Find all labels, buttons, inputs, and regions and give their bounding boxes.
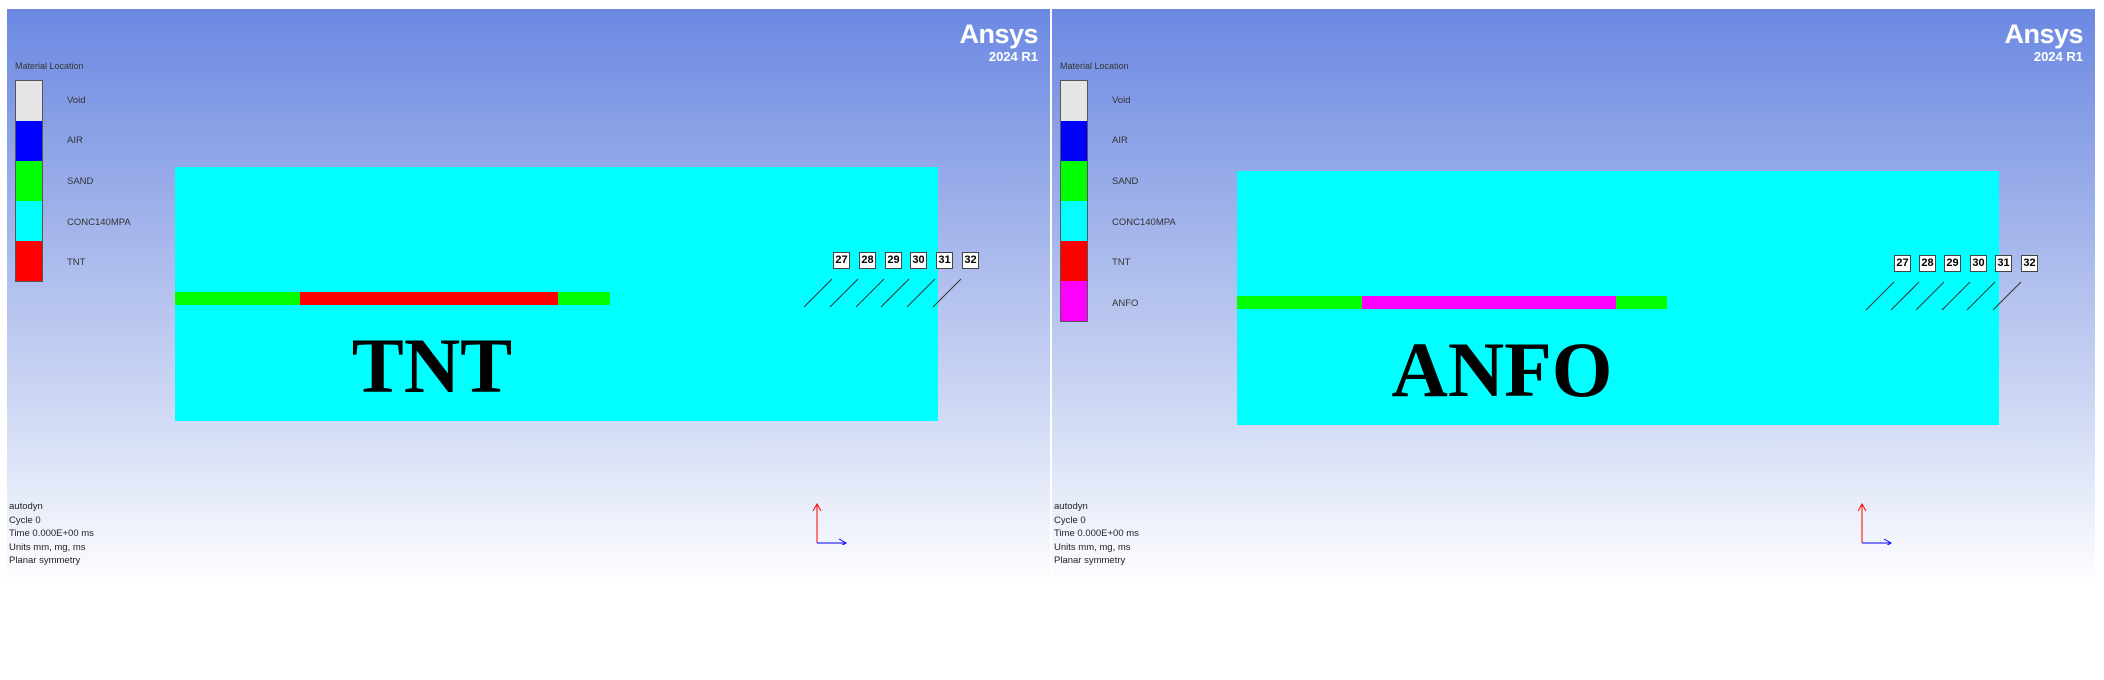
legend-label-anfo: ANFO (1112, 298, 1139, 309)
sand-strip-right (1616, 296, 1667, 309)
left-viewport: Ansys 2024 R1 Material Location Void AIR… (7, 9, 1050, 587)
legend-swatch-void (1061, 81, 1087, 121)
ansys-logo: Ansys 2024 R1 (2004, 19, 2083, 64)
legend-swatch-tnt (16, 241, 42, 281)
simulation-info: autodyn Cycle 0 Time 0.000E+00 ms Units … (9, 500, 94, 568)
legend-label-tnt: TNT (1112, 257, 1131, 268)
legend-swatch-sand (16, 161, 42, 201)
gauge-31[interactable]: 31 (936, 252, 953, 269)
legend-label-void: Void (67, 95, 86, 106)
legend-swatch-conc140mpa (16, 201, 42, 241)
gauge-30[interactable]: 30 (1970, 255, 1987, 272)
sand-strip-right (558, 292, 610, 305)
info-symmetry: Planar symmetry (1054, 555, 1126, 566)
gauge-28[interactable]: 28 (1919, 255, 1936, 272)
sand-strip-left (175, 292, 300, 305)
gauge-27[interactable]: 27 (1894, 255, 1911, 272)
legend-swatch-air (16, 121, 42, 161)
ansys-logo: Ansys 2024 R1 (959, 19, 1038, 64)
axis-triad-icon (812, 502, 848, 545)
gauge-29[interactable]: 29 (885, 252, 902, 269)
brand-name: Ansys (959, 19, 1038, 49)
gauge-27[interactable]: 27 (833, 252, 850, 269)
legend-label-tnt: TNT (67, 257, 86, 268)
gauge-31[interactable]: 31 (1995, 255, 2012, 272)
material-legend (15, 80, 43, 282)
legend-label-conc140mpa: CONC140MPA (1112, 217, 1176, 228)
brand-version: 2024 R1 (988, 49, 1038, 64)
info-time: Time 0.000E+00 ms (1054, 528, 1139, 539)
legend-swatch-anfo (1061, 281, 1087, 321)
sand-strip-left (1237, 296, 1362, 309)
charge-label: TNT (351, 322, 513, 409)
explosive-charge (1362, 296, 1616, 309)
axis-triad-icon (1857, 502, 1893, 545)
legend-label-air: AIR (1112, 135, 1128, 146)
legend-label-sand: SAND (1112, 176, 1139, 187)
info-units: Units mm, mg, ms (9, 541, 86, 553)
info-symmetry: Planar symmetry (9, 555, 81, 566)
legend-label-conc140mpa: CONC140MPA (67, 217, 131, 228)
legend-label-void: Void (1112, 95, 1131, 106)
legend-swatch-sand (1061, 161, 1087, 201)
legend-swatch-air (1061, 121, 1087, 161)
info-app: autodyn (9, 501, 43, 512)
gauge-28[interactable]: 28 (859, 252, 876, 269)
info-app: autodyn (1054, 501, 1088, 512)
legend-swatch-void (16, 81, 42, 121)
legend-swatch-conc140mpa (1061, 201, 1087, 241)
info-time: Time 0.000E+00 ms (9, 528, 94, 539)
brand-name: Ansys (2004, 19, 2083, 49)
legend-label-air: AIR (67, 135, 83, 146)
gauge-32[interactable]: 32 (962, 252, 979, 269)
simulation-info: autodyn Cycle 0 Time 0.000E+00 ms Units … (1054, 500, 1139, 568)
legend-title: Material Location (1060, 61, 1129, 71)
info-units: Units mm, mg, ms (1054, 541, 1131, 553)
brand-version: 2024 R1 (2033, 49, 2083, 64)
charge-label: ANFO (1391, 326, 1613, 413)
explosive-charge (300, 292, 558, 305)
legend-swatch-tnt (1061, 241, 1087, 281)
legend-label-sand: SAND (67, 176, 94, 187)
gauge-32[interactable]: 32 (2021, 255, 2038, 272)
info-cycle: Cycle 0 (1054, 514, 1086, 526)
legend-title: Material Location (15, 61, 84, 71)
gauge-30[interactable]: 30 (910, 252, 927, 269)
info-cycle: Cycle 0 (9, 514, 41, 526)
material-legend (1060, 80, 1088, 322)
right-viewport: Ansys 2024 R1 Material Location Void AIR… (1052, 9, 2095, 587)
gauge-29[interactable]: 29 (1944, 255, 1961, 272)
